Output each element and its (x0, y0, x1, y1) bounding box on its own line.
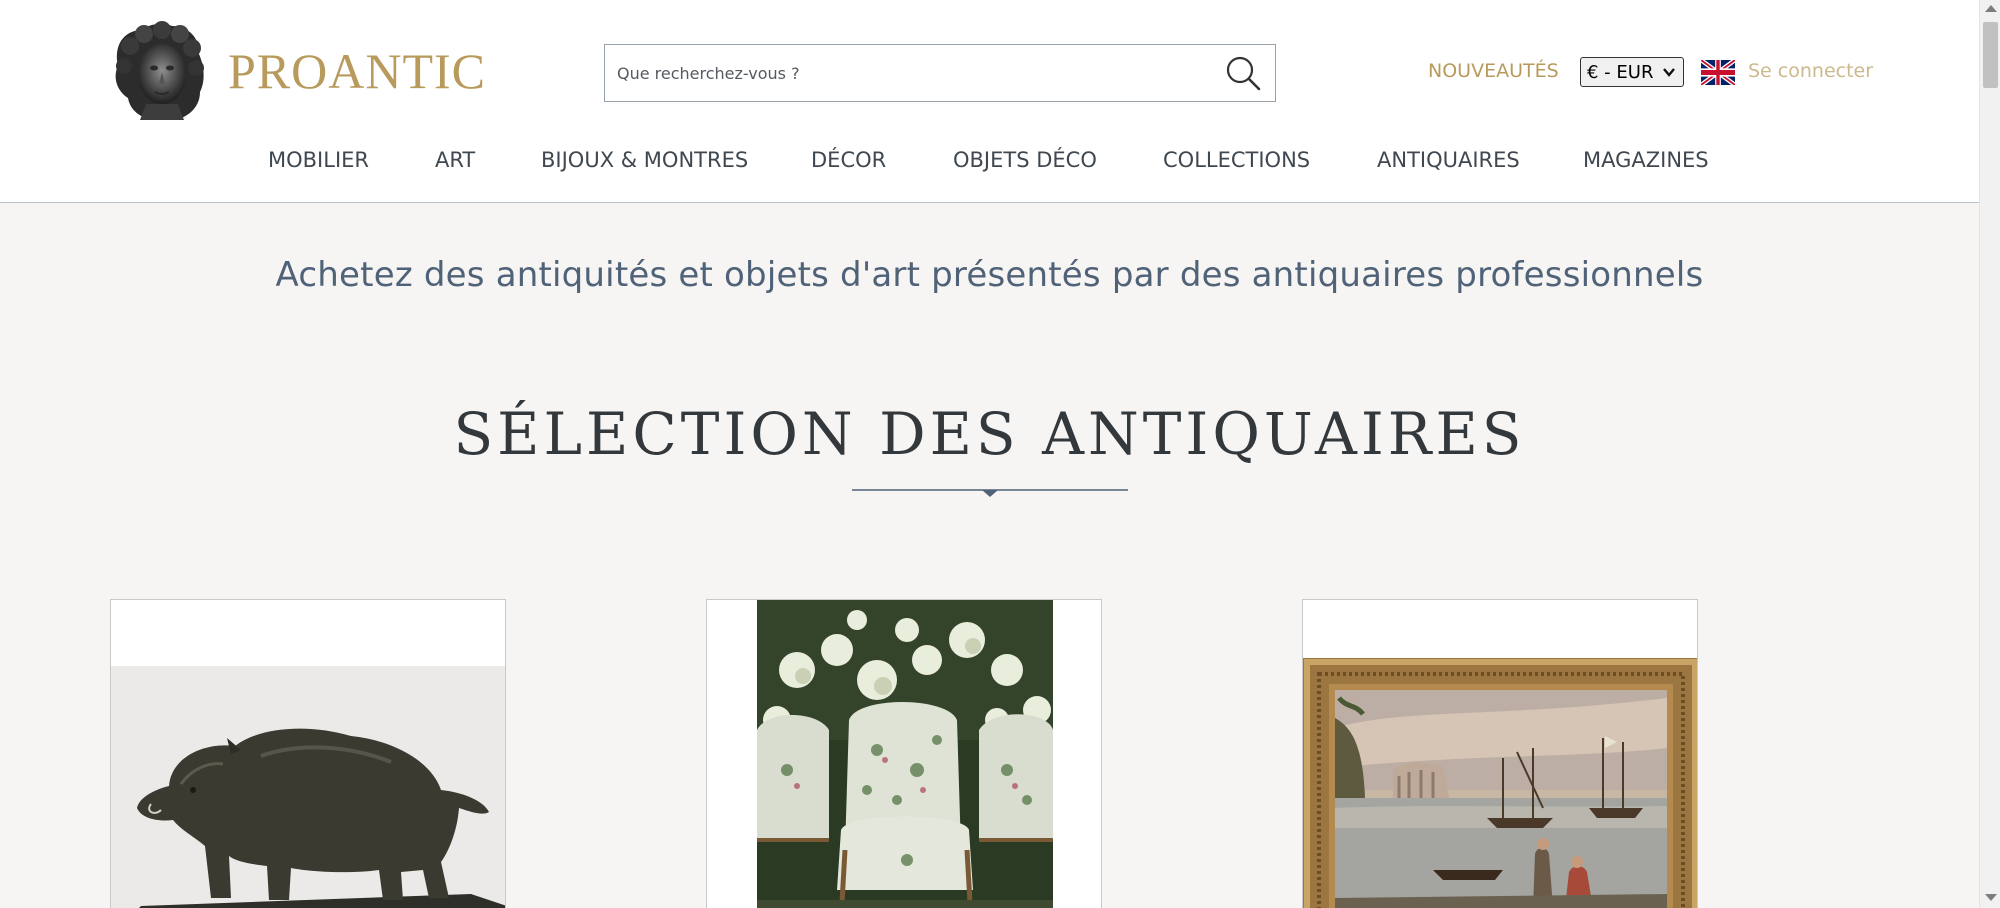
tagline: Achetez des antiquités et objets d'art p… (275, 255, 1704, 295)
section-title: SÉLECTION DES ANTIQUAIRES (453, 400, 1526, 468)
chevron-down-icon (1663, 68, 1675, 77)
product-card-armchairs[interactable] (706, 599, 1102, 908)
login-link[interactable]: Se connecter (1748, 60, 1873, 82)
product-image-armchairs (757, 600, 1053, 908)
site-header: PROANTIC NOUVEAUTÉS € - EUR Se connecter… (0, 0, 1979, 203)
scrollbar-thumb[interactable] (1983, 22, 1998, 88)
nav-item-objets-deco[interactable]: OBJETS DÉCO (953, 148, 1097, 172)
nav-item-collections[interactable]: COLLECTIONS (1163, 148, 1310, 172)
divider-diamond-icon (852, 489, 1128, 497)
scroll-up-arrow-icon[interactable] (1985, 5, 1997, 12)
currency-value: € - EUR (1587, 61, 1654, 83)
search-button[interactable] (1225, 55, 1261, 91)
nav-item-mobilier[interactable]: MOBILIER (268, 148, 369, 172)
currency-select[interactable]: € - EUR (1580, 57, 1684, 87)
logo-bust-icon (115, 21, 204, 121)
product-image-bronze-boar (111, 666, 505, 908)
product-card-painting[interactable] (1302, 599, 1698, 908)
search-icon (1226, 56, 1261, 91)
logo-link[interactable]: PROANTIC (110, 20, 486, 122)
product-image-seascape-painting (1303, 658, 1697, 908)
new-arrivals-link[interactable]: NOUVEAUTÉS (1428, 60, 1559, 82)
scroll-down-arrow-icon[interactable] (1985, 894, 1997, 901)
search-bar (604, 44, 1276, 102)
nav-item-magazines[interactable]: MAGAZINES (1583, 148, 1709, 172)
page-scrollbar[interactable] (1979, 0, 2000, 908)
product-card-boar[interactable] (110, 599, 506, 908)
uk-flag-icon[interactable] (1701, 60, 1735, 85)
search-input[interactable] (605, 45, 1205, 101)
nav-item-decor[interactable]: DÉCOR (811, 148, 886, 172)
nav-item-bijoux-montres[interactable]: BIJOUX & MONTRES (541, 148, 748, 172)
logo-text: PROANTIC (228, 43, 487, 99)
nav-item-art[interactable]: ART (435, 148, 475, 172)
nav-item-antiquaires[interactable]: ANTIQUAIRES (1377, 148, 1520, 172)
